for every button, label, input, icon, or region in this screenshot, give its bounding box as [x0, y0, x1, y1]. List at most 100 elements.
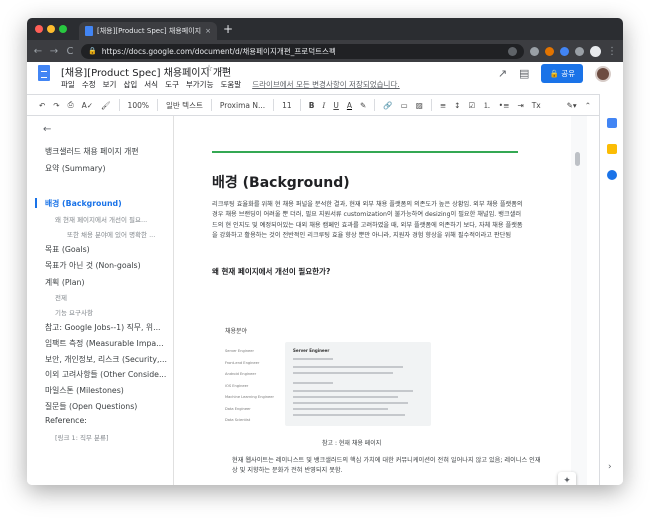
outline-item[interactable]: 보안, 개인정보, 리스크 (Security,... [45, 354, 173, 365]
style-select[interactable]: 일반 텍스트 [166, 100, 203, 111]
menu-insert[interactable]: 삽입 [123, 79, 137, 90]
close-outline-icon[interactable]: ← [43, 124, 51, 135]
outline-item[interactable]: [링크 1: 직무 분류] [55, 432, 183, 442]
document-page[interactable]: 배경 (Background) 리크루팅 효율화를 위해 현 채용 퍼널을 분석… [173, 116, 576, 485]
link-icon[interactable]: 🔗 [383, 101, 392, 110]
underline-button[interactable]: U [333, 101, 339, 110]
paint-format-icon[interactable]: 🖌 [101, 101, 111, 110]
figure-list-item: Front-end Engineer [225, 360, 260, 365]
outline-item[interactable]: 이외 고려사항들 (Other Conside... [45, 369, 173, 380]
toolbar-divider [374, 99, 376, 111]
outline-item[interactable]: 참고: Google Jobs--1) 직무, 위... [45, 322, 173, 333]
keep-icon[interactable] [607, 144, 617, 154]
comment-history-icon[interactable]: ▤ [519, 67, 529, 80]
line-spacing-icon[interactable]: ↕ [454, 101, 460, 110]
docs-logo-icon[interactable] [38, 65, 50, 81]
figure-text-line [293, 372, 393, 374]
figure-text-line [293, 414, 405, 416]
numbered-list-icon[interactable]: ⒈ [483, 100, 491, 111]
menu-tools[interactable]: 도구 [165, 79, 179, 90]
extension-icon[interactable] [545, 46, 554, 56]
zoom-select[interactable]: 100% [128, 101, 149, 110]
menu-bar: 파일 수정 보기 삽입 서식 도구 부가기능 도움말 드라이브에서 모든 변경사… [61, 79, 400, 90]
outline-item[interactable]: 왜 현재 페이지에서 개선이 필요... [55, 214, 183, 224]
extension-icon[interactable] [575, 46, 584, 56]
collapse-menu-icon[interactable]: ⌃ [585, 101, 591, 110]
clear-format-icon[interactable]: Tx [532, 101, 541, 110]
outline-item[interactable]: 목표 (Goals) [45, 244, 173, 255]
calendar-icon[interactable] [607, 118, 617, 128]
embedded-screenshot-image[interactable]: 채용분야 Server Engineer Front-end Engineer … [222, 316, 436, 432]
new-tab-button[interactable]: + [223, 22, 233, 36]
outline-item[interactable]: Reference: [45, 416, 173, 425]
star-icon[interactable]: ☆ [205, 64, 213, 74]
figure-list-item: iOS Engineer [225, 383, 249, 388]
align-icon[interactable]: ≡ [440, 101, 446, 110]
extension-icon[interactable] [560, 46, 569, 56]
back-button[interactable]: ← [33, 46, 43, 57]
outline-item[interactable]: 임팩트 측정 (Measurable Impa... [45, 338, 173, 349]
italic-button[interactable]: I [322, 101, 325, 110]
expand-panel-icon[interactable]: › [608, 462, 612, 472]
url-input[interactable]: 🔒 https://docs.google.com/document/d/채용페… [81, 43, 524, 59]
outline-item[interactable]: 마일스톤 (Milestones) [45, 385, 173, 396]
menu-file[interactable]: 파일 [61, 79, 75, 90]
close-window-button[interactable] [35, 25, 43, 33]
share-button[interactable]: 🔒 공유 [541, 64, 583, 83]
tab-close-icon[interactable]: × [205, 27, 211, 35]
editing-mode-icon[interactable]: ✎▾ [567, 101, 577, 110]
outline-item[interactable]: 요약 (Summary) [45, 163, 173, 174]
share-label: 공유 [561, 69, 575, 78]
redo-icon[interactable]: ↷ [53, 101, 59, 110]
outline-item-active[interactable]: 배경 (Background) [45, 198, 173, 209]
outline-item[interactable]: 질문들 (Open Questions) [45, 401, 173, 412]
address-bar: ← → C 🔒 https://docs.google.com/document… [27, 40, 623, 62]
print-icon[interactable]: ⎙ [68, 100, 74, 110]
bullet-list-icon[interactable]: •≡ [499, 101, 510, 110]
outline-item[interactable]: 전제 [55, 292, 183, 302]
menu-help[interactable]: 도움말 [220, 79, 241, 90]
bookmark-star-icon[interactable] [508, 46, 517, 56]
browser-tab[interactable]: [채용][Product Spec] 채용페이지 개 × [79, 22, 217, 40]
bold-button[interactable]: B [309, 101, 315, 110]
undo-icon[interactable]: ↶ [39, 101, 45, 110]
browser-menu-icon[interactable]: ⋮ [607, 46, 617, 57]
vertical-scrollbar[interactable] [575, 152, 580, 166]
font-select[interactable]: Proxima N... [220, 101, 265, 110]
tab-title: [채용][Product Spec] 채용페이지 개 [97, 27, 202, 35]
reload-button[interactable]: C [65, 46, 75, 57]
extension-icon[interactable] [530, 46, 539, 56]
menu-view[interactable]: 보기 [103, 79, 117, 90]
outline-item[interactable]: 목표가 아닌 것 (Non-goals) [45, 260, 173, 271]
avatar[interactable] [595, 65, 611, 82]
saved-status-link[interactable]: 드라이브에서 모든 변경사항이 저장되었습니다. [252, 79, 400, 90]
move-folder-icon[interactable]: ▭ [219, 64, 228, 74]
url-text: https://docs.google.com/document/d/채용페이지… [101, 46, 336, 56]
spellcheck-icon[interactable]: A✓ [82, 101, 93, 110]
font-size-select[interactable]: 11 [282, 101, 292, 110]
toolbar-divider [118, 99, 120, 111]
toolbar-divider [299, 99, 301, 111]
outline-item[interactable]: 기능 요구사항 [55, 307, 183, 317]
indent-icon[interactable]: ⇥ [517, 101, 523, 110]
tasks-icon[interactable] [607, 170, 617, 180]
text-color-button[interactable]: A [347, 101, 352, 110]
minimize-window-button[interactable] [47, 25, 55, 33]
subsection-heading: 왜 현재 페이지에서 개선이 필요한가? [212, 267, 331, 276]
maximize-window-button[interactable] [59, 25, 67, 33]
checklist-icon[interactable]: ☑ [468, 101, 475, 110]
browser-profile-icon[interactable] [590, 45, 601, 57]
header-actions: ↗ ▤ 🔒 공유 [498, 64, 611, 83]
image-icon[interactable]: ▨ [416, 101, 423, 110]
menu-addons[interactable]: 부가기능 [186, 79, 214, 90]
explore-button[interactable]: ✦ [558, 472, 576, 485]
forward-button[interactable]: → [49, 46, 59, 57]
activity-trend-icon[interactable]: ↗ [498, 67, 507, 80]
outline-item[interactable]: 계획 (Plan) [45, 277, 173, 288]
comment-icon[interactable]: ▭ [401, 101, 408, 110]
menu-edit[interactable]: 수정 [82, 79, 96, 90]
figure-list-item: Data Scientist [225, 418, 251, 422]
highlight-icon[interactable]: ✎ [360, 101, 366, 110]
outline-item[interactable]: 뱅크샐러드 채용 페이지 개편 [45, 146, 173, 157]
menu-format[interactable]: 서식 [144, 79, 158, 90]
